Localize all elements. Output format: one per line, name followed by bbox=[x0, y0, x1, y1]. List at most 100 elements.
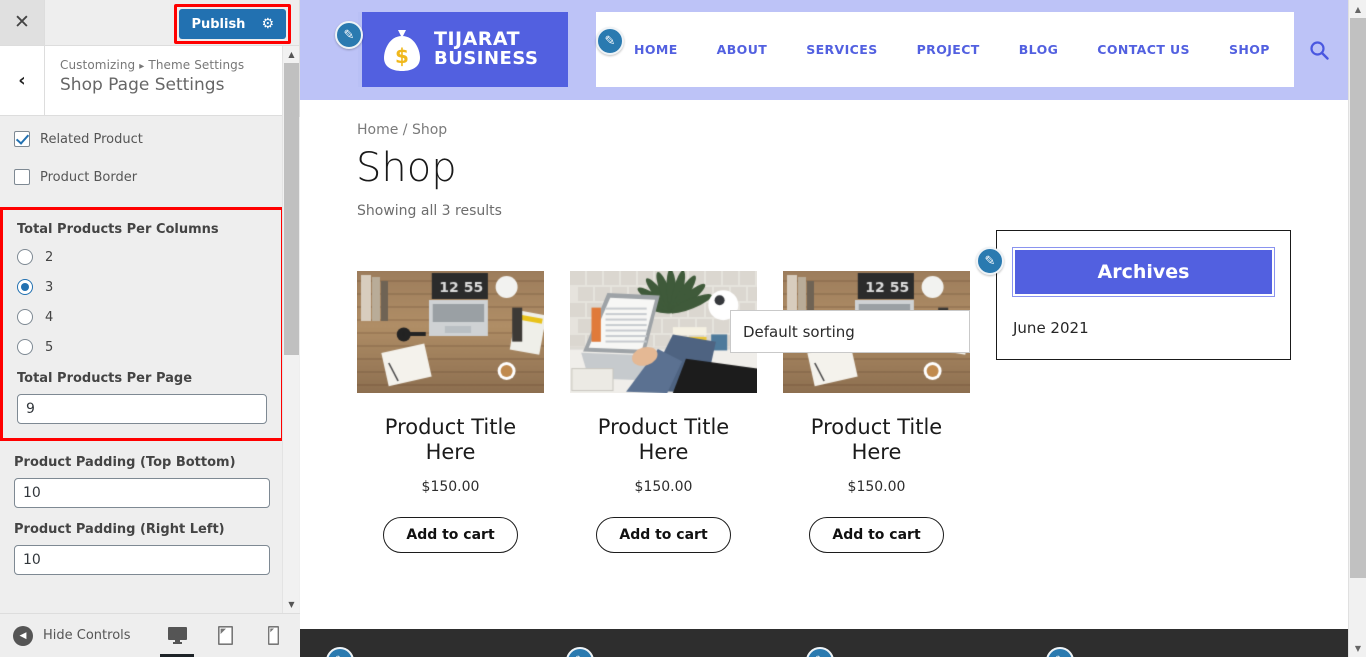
padding-right-left-control: Product Padding (Right Left) bbox=[14, 522, 270, 575]
device-preview-switcher bbox=[160, 621, 300, 657]
field-label-padding-right-left: Product Padding (Right Left) bbox=[14, 522, 225, 537]
radio-label-columns-3[interactable]: 3 bbox=[45, 280, 53, 295]
preview-scrollbar-thumb[interactable] bbox=[1350, 18, 1366, 578]
nav-item-project[interactable]: PROJECT bbox=[917, 42, 980, 57]
checkbox-product-border[interactable] bbox=[14, 169, 30, 185]
hide-controls-label: Hide Controls bbox=[43, 628, 131, 643]
product-title[interactable]: Product Title Here bbox=[357, 415, 544, 465]
archives-widget: Archives June 2021 bbox=[996, 230, 1291, 360]
edit-pencil-icon-nav[interactable]: ✎ bbox=[596, 27, 624, 55]
customizer-screen: ✕ Publish ⚙ ‹ Customizing ▸ Theme Settings… bbox=[0, 0, 1366, 657]
tablet-icon[interactable] bbox=[212, 621, 238, 651]
sorting-select[interactable]: Default sorting bbox=[730, 310, 970, 353]
edit-pencil-icon-footer-4[interactable]: ✎ bbox=[1046, 647, 1074, 657]
site-logo[interactable]: $ TIJARAT BUSINESS bbox=[358, 12, 568, 87]
radio-row-columns-3[interactable]: 3 bbox=[17, 279, 267, 295]
logo-text: TIJARAT BUSINESS bbox=[434, 28, 539, 70]
scroll-up-arrow-icon[interactable]: ▲ bbox=[283, 46, 300, 63]
group-label-products-per-columns: Total Products Per Columns bbox=[17, 222, 219, 237]
padding-top-bottom-control: Product Padding (Top Bottom) bbox=[14, 455, 270, 508]
field-label-padding-top-bottom: Product Padding (Top Bottom) bbox=[14, 455, 236, 470]
product-image[interactable] bbox=[570, 271, 757, 393]
archives-widget-item[interactable]: June 2021 bbox=[1013, 319, 1274, 337]
previewed-site: ✎ $ TIJARAT BUSINESS ✎ HOME ABOUT SERVIC… bbox=[300, 0, 1348, 657]
padding-right-left-input[interactable] bbox=[14, 545, 270, 575]
mobile-icon[interactable] bbox=[260, 621, 286, 651]
add-to-cart-button[interactable]: Add to cart bbox=[596, 516, 731, 553]
product-card: Product Title Here $150.00 Add to cart bbox=[357, 271, 544, 553]
shop-breadcrumb[interactable]: Home / Shop bbox=[300, 100, 1348, 138]
radio-label-columns-4[interactable]: 4 bbox=[45, 310, 53, 325]
nav-item-about[interactable]: ABOUT bbox=[717, 42, 768, 57]
desktop-icon[interactable] bbox=[160, 621, 194, 657]
checkbox-label-related-product[interactable]: Related Product bbox=[40, 132, 143, 147]
breadcrumb-parent[interactable]: Theme Settings bbox=[148, 58, 244, 72]
radio-columns-3[interactable] bbox=[17, 279, 33, 295]
back-button[interactable]: ‹ bbox=[0, 46, 45, 115]
radio-row-columns-5[interactable]: 5 bbox=[17, 339, 267, 355]
nav-item-shop[interactable]: SHOP bbox=[1229, 42, 1270, 57]
product-price: $150.00 bbox=[634, 478, 693, 495]
hide-controls-button[interactable]: ◀ Hide Controls bbox=[0, 625, 131, 646]
padding-top-bottom-input[interactable] bbox=[14, 478, 270, 508]
preview-scroll-up-arrow-icon[interactable]: ▲ bbox=[1349, 0, 1366, 18]
products-per-page-input[interactable] bbox=[17, 394, 267, 424]
checkbox-row-product-border[interactable]: Product Border bbox=[14, 169, 270, 185]
logo-line-1: TIJARAT bbox=[434, 28, 521, 51]
product-image[interactable] bbox=[357, 271, 544, 393]
radio-row-columns-4[interactable]: 4 bbox=[17, 309, 267, 325]
customizer-controls: Related Product Product Border Total Pro… bbox=[0, 117, 284, 575]
logo-line-2: BUSINESS bbox=[434, 48, 539, 70]
money-bag-icon: $ bbox=[384, 29, 420, 71]
highlighted-settings-group: Total Products Per Columns 2 3 4 5 Total… bbox=[0, 207, 284, 441]
search-icon[interactable] bbox=[1309, 40, 1329, 60]
product-price: $150.00 bbox=[847, 478, 906, 495]
nav-item-blog[interactable]: BLOG bbox=[1019, 42, 1059, 57]
primary-navigation: HOME ABOUT SERVICES PROJECT BLOG CONTACT… bbox=[596, 12, 1329, 87]
breadcrumb-root[interactable]: Customizing bbox=[60, 58, 135, 72]
product-price: $150.00 bbox=[421, 478, 480, 495]
checkbox-related-product[interactable] bbox=[14, 131, 30, 147]
shop-content: Home / Shop Shop Showing all 3 results D… bbox=[300, 100, 1348, 553]
add-to-cart-button[interactable]: Add to cart bbox=[809, 516, 944, 553]
svg-text:$: $ bbox=[395, 44, 409, 68]
site-preview-frame: ✎ $ TIJARAT BUSINESS ✎ HOME ABOUT SERVIC… bbox=[300, 0, 1366, 657]
radio-label-columns-5[interactable]: 5 bbox=[45, 340, 53, 355]
radio-label-columns-2[interactable]: 2 bbox=[45, 250, 53, 265]
edit-pencil-icon-footer-2[interactable]: ✎ bbox=[566, 647, 594, 657]
collapse-icon[interactable]: ◀ bbox=[13, 625, 33, 646]
customizer-scrollbar[interactable]: ▲ ▼ bbox=[282, 46, 299, 613]
edit-pencil-icon-archives[interactable]: ✎ bbox=[976, 247, 1004, 275]
radio-columns-5[interactable] bbox=[17, 339, 33, 355]
radio-row-columns-2[interactable]: 2 bbox=[17, 249, 267, 265]
customizer-footer: ◀ Hide Controls bbox=[0, 613, 300, 657]
publish-highlight-box: Publish ⚙ bbox=[174, 4, 291, 44]
preview-scroll-down-arrow-icon[interactable]: ▼ bbox=[1349, 639, 1366, 657]
close-icon[interactable]: ✕ bbox=[0, 0, 45, 45]
radio-columns-4[interactable] bbox=[17, 309, 33, 325]
nav-item-contact-us[interactable]: CONTACT US bbox=[1097, 42, 1190, 57]
checkbox-label-product-border[interactable]: Product Border bbox=[40, 170, 137, 185]
nav-item-services[interactable]: SERVICES bbox=[806, 42, 877, 57]
result-count: Showing all 3 results bbox=[357, 203, 502, 219]
archives-widget-heading: Archives bbox=[1012, 247, 1275, 297]
nav-item-home[interactable]: HOME bbox=[634, 42, 678, 57]
customizer-panel: ✕ Publish ⚙ ‹ Customizing ▸ Theme Settings… bbox=[0, 0, 300, 657]
edit-pencil-icon-logo[interactable]: ✎ bbox=[335, 21, 363, 49]
add-to-cart-button[interactable]: Add to cart bbox=[383, 516, 518, 553]
customizer-scrollbar-thumb[interactable] bbox=[284, 63, 299, 355]
product-title[interactable]: Product Title Here bbox=[570, 415, 757, 465]
edit-pencil-icon-footer-1[interactable]: ✎ bbox=[326, 647, 354, 657]
shop-page-title: Shop bbox=[356, 145, 457, 191]
product-title[interactable]: Product Title Here bbox=[783, 415, 970, 465]
customizer-topbar: ✕ Publish ⚙ bbox=[0, 0, 299, 46]
scroll-down-arrow-icon[interactable]: ▼ bbox=[283, 596, 300, 613]
radio-columns-2[interactable] bbox=[17, 249, 33, 265]
publish-button[interactable]: Publish ⚙ bbox=[179, 9, 286, 39]
edit-pencil-icon-footer-3[interactable]: ✎ bbox=[806, 647, 834, 657]
checkbox-row-related-product[interactable]: Related Product bbox=[14, 131, 270, 147]
breadcrumb: Customizing ▸ Theme Settings bbox=[60, 58, 244, 72]
customizer-controls-scroll: Related Product Product Border Total Pro… bbox=[0, 117, 300, 613]
preview-scrollbar[interactable]: ▲ ▼ bbox=[1348, 0, 1366, 657]
gear-icon[interactable]: ⚙ bbox=[261, 17, 274, 31]
